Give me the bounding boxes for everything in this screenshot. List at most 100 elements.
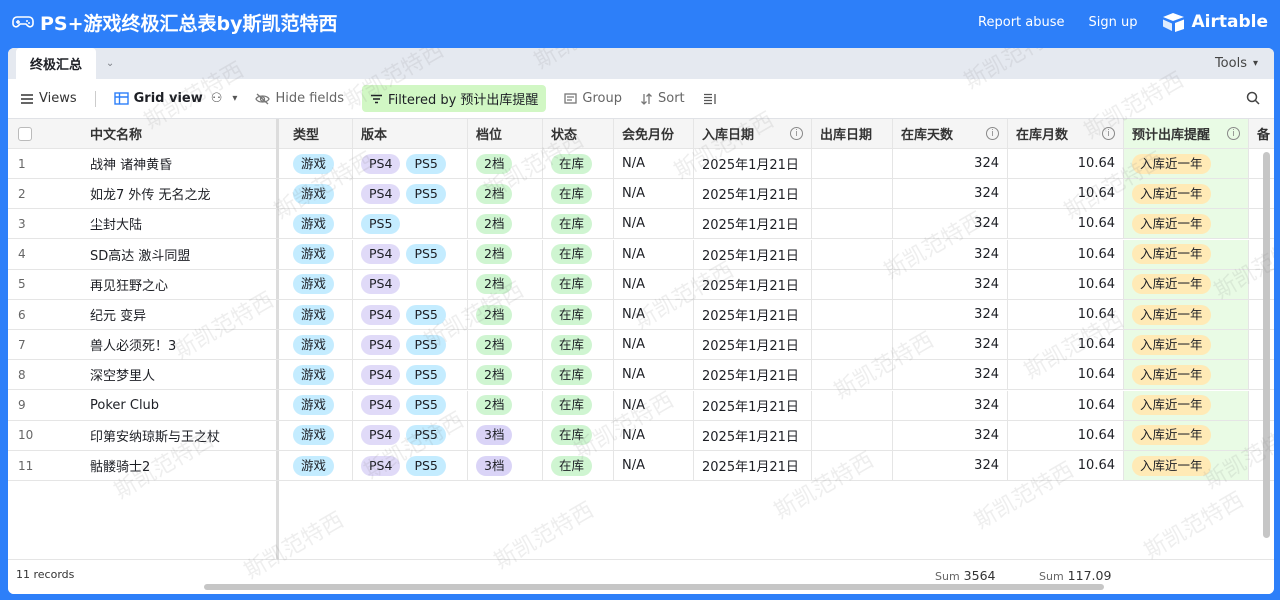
months-cell[interactable]: 10.64 <box>1008 451 1124 481</box>
name-cell[interactable]: 如龙7 外传 无名之龙 <box>82 179 276 210</box>
free-month-cell[interactable]: N/A <box>614 300 694 330</box>
row-number-cell[interactable]: 11 <box>8 451 82 481</box>
type-cell[interactable]: 游戏 <box>285 300 353 330</box>
remind-cell[interactable]: 入库近一年 <box>1124 269 1249 300</box>
col-header-out-date[interactable]: 出库日期 <box>812 119 893 149</box>
remind-cell[interactable]: 入库近一年 <box>1124 360 1249 391</box>
out-date-cell[interactable] <box>812 269 893 300</box>
row-number-cell[interactable]: 8 <box>8 360 82 391</box>
status-cell[interactable]: 在库 <box>543 239 614 270</box>
col-header-remind[interactable]: 预计出库提醒 i <box>1124 119 1249 149</box>
days-cell[interactable]: 324 <box>893 179 1008 210</box>
status-cell[interactable]: 在库 <box>543 360 614 391</box>
name-cell[interactable]: 兽人必须死！3 <box>82 330 276 361</box>
in-date-cell[interactable]: 2025年1月21日 <box>694 209 812 240</box>
col-header-in-date[interactable]: 入库日期 i <box>694 119 812 149</box>
months-cell[interactable]: 10.64 <box>1008 179 1124 210</box>
grid-view-button[interactable]: Grid view ⚇ ▾ <box>113 91 237 106</box>
version-cell[interactable]: PS4 PS5 <box>353 300 468 330</box>
filter-button[interactable]: Filtered by 预计出库提醒 <box>362 85 547 112</box>
version-cell[interactable]: PS4 PS5 <box>353 420 468 451</box>
table-row[interactable]: 6 纪元 变异 游戏 PS4 PS5 2档 在库 N/A 2025年1月21日 3… <box>8 300 1274 330</box>
vertical-scrollbar[interactable] <box>1263 152 1270 538</box>
months-cell[interactable]: 10.64 <box>1008 390 1124 421</box>
in-date-cell[interactable]: 2025年1月21日 <box>694 239 812 270</box>
name-cell[interactable]: 印第安纳琼斯与王之杖 <box>82 421 276 451</box>
col-header-type[interactable]: 类型 <box>285 119 353 149</box>
months-cell[interactable]: 10.64 <box>1008 360 1124 391</box>
days-cell[interactable]: 324 <box>893 149 1008 179</box>
table-row[interactable]: 3 尘封大陆 游戏 PS5 2档 在库 N/A 2025年1月21日 324 1… <box>8 209 1274 240</box>
notes-cell[interactable] <box>1249 300 1274 330</box>
free-month-cell[interactable]: N/A <box>614 420 694 451</box>
months-cell[interactable]: 10.64 <box>1008 149 1124 179</box>
info-icon[interactable]: i <box>1227 127 1240 140</box>
notes-cell[interactable] <box>1249 360 1274 391</box>
status-cell[interactable]: 在库 <box>543 330 614 361</box>
status-cell[interactable]: 在库 <box>543 451 614 481</box>
type-cell[interactable]: 游戏 <box>285 149 353 179</box>
out-date-cell[interactable] <box>812 239 893 270</box>
version-cell[interactable]: PS4 PS5 <box>353 390 468 421</box>
name-cell[interactable]: 纪元 变异 <box>82 300 276 330</box>
tier-cell[interactable]: 2档 <box>468 179 543 210</box>
tier-cell[interactable]: 2档 <box>468 330 543 361</box>
table-row[interactable]: 11 骷髅骑士2 游戏 PS4 PS5 3档 在库 N/A 2025年1月21日 … <box>8 451 1274 481</box>
col-header-name[interactable]: 中文名称 <box>82 119 276 149</box>
in-date-cell[interactable]: 2025年1月21日 <box>694 179 812 210</box>
free-month-cell[interactable]: N/A <box>614 209 694 240</box>
info-icon[interactable]: i <box>986 127 999 140</box>
free-month-cell[interactable]: N/A <box>614 149 694 179</box>
days-cell[interactable]: 324 <box>893 330 1008 361</box>
free-month-cell[interactable]: N/A <box>614 179 694 210</box>
remind-cell[interactable]: 入库近一年 <box>1124 300 1249 330</box>
row-number-cell[interactable]: 10 <box>8 421 82 451</box>
version-cell[interactable]: PS5 <box>353 209 468 240</box>
out-date-cell[interactable] <box>812 330 893 361</box>
tables-dropdown[interactable]: ⌄ <box>96 48 124 79</box>
type-cell[interactable]: 游戏 <box>285 269 353 300</box>
tier-cell[interactable]: 2档 <box>468 300 543 330</box>
out-date-cell[interactable] <box>812 149 893 179</box>
row-number-cell[interactable]: 2 <box>8 179 82 210</box>
tier-cell[interactable]: 2档 <box>468 360 543 391</box>
tier-cell[interactable]: 3档 <box>468 420 543 451</box>
info-icon[interactable]: i <box>790 127 803 140</box>
months-cell[interactable]: 10.64 <box>1008 300 1124 330</box>
notes-cell[interactable] <box>1249 149 1274 179</box>
out-date-cell[interactable] <box>812 179 893 210</box>
months-cell[interactable]: 10.64 <box>1008 269 1124 300</box>
report-abuse-link[interactable]: Report abuse <box>978 15 1064 30</box>
notes-cell[interactable] <box>1249 451 1274 481</box>
type-cell[interactable]: 游戏 <box>285 390 353 421</box>
type-cell[interactable]: 游戏 <box>285 239 353 270</box>
name-cell[interactable]: 深空梦里人 <box>82 360 276 391</box>
row-number-cell[interactable]: 9 <box>8 391 82 421</box>
col-header-status[interactable]: 状态 <box>543 119 614 149</box>
status-cell[interactable]: 在库 <box>543 209 614 240</box>
in-date-cell[interactable]: 2025年1月21日 <box>694 149 812 179</box>
col-header-free-month[interactable]: 会免月份 <box>614 119 694 149</box>
free-month-cell[interactable]: N/A <box>614 239 694 270</box>
in-date-cell[interactable]: 2025年1月21日 <box>694 390 812 421</box>
table-row[interactable]: 10 印第安纳琼斯与王之杖 游戏 PS4 PS5 3档 在库 N/A 2025年1… <box>8 420 1274 451</box>
name-cell[interactable]: 战神 诸神黄昏 <box>82 149 276 179</box>
version-cell[interactable]: PS4 PS5 <box>353 330 468 361</box>
status-cell[interactable]: 在库 <box>543 269 614 300</box>
row-number-cell[interactable]: 1 <box>8 149 82 179</box>
version-cell[interactable]: PS4 PS5 <box>353 360 468 391</box>
notes-cell[interactable] <box>1249 179 1274 210</box>
horizontal-scrollbar[interactable] <box>204 584 1104 590</box>
out-date-cell[interactable] <box>812 451 893 481</box>
name-cell[interactable]: 再见狂野之心 <box>82 270 276 300</box>
out-date-cell[interactable] <box>812 360 893 391</box>
col-header-months[interactable]: 在库月数 i <box>1008 119 1124 149</box>
col-header-version[interactable]: 版本 <box>353 119 468 149</box>
remind-cell[interactable]: 入库近一年 <box>1124 330 1249 361</box>
views-button[interactable]: Views <box>20 91 77 106</box>
notes-cell[interactable] <box>1249 209 1274 240</box>
name-cell[interactable]: Poker Club <box>82 391 276 421</box>
version-cell[interactable]: PS4 PS5 <box>353 149 468 179</box>
row-number-cell[interactable]: 7 <box>8 330 82 361</box>
months-cell[interactable]: 10.64 <box>1008 420 1124 451</box>
